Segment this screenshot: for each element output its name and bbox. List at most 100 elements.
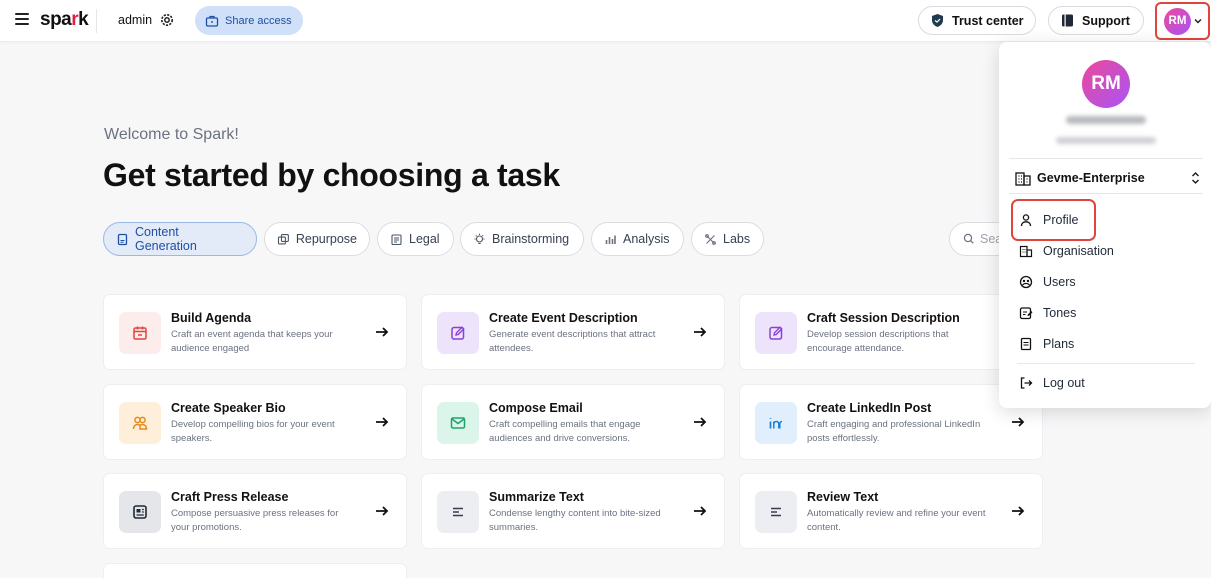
- briefcase-icon: [205, 15, 219, 27]
- topbar-divider: [96, 9, 97, 33]
- mail-icon: [437, 402, 479, 444]
- edit-icon: [437, 312, 479, 354]
- repurpose-icon: [277, 233, 289, 244]
- card-title: Create LinkedIn Post: [807, 401, 932, 415]
- task-card-review-text[interactable]: Review Text Automatically review and ref…: [739, 473, 1043, 549]
- lightbulb-icon: [474, 233, 485, 244]
- tab-analysis[interactable]: Analysis: [591, 222, 684, 256]
- task-card-create-event-description[interactable]: Create Event Description Generate event …: [421, 294, 725, 370]
- trust-center-label: Trust center: [952, 13, 1024, 28]
- support-button[interactable]: Support: [1048, 6, 1144, 35]
- legal-icon: [391, 233, 402, 245]
- task-card-compose-email[interactable]: Compose Email Craft compelling emails th…: [421, 384, 725, 460]
- card-description: Craft compelling emails that engage audi…: [489, 419, 641, 444]
- card-title: Create Speaker Bio: [171, 401, 286, 415]
- card-title: Summarize Text: [489, 490, 584, 504]
- book-icon: [1062, 14, 1073, 27]
- user-name-redacted: [1066, 116, 1146, 124]
- card-description: Compose persuasive press releases for yo…: [171, 508, 339, 533]
- tab-label: Repurpose: [295, 232, 357, 246]
- people-icon: [119, 402, 161, 444]
- avatar: RM: [1082, 60, 1130, 108]
- tab-content-generation[interactable]: Content Generation: [103, 222, 257, 256]
- task-card-craft-session-description[interactable]: Craft Session Description Develop sessio…: [739, 294, 1043, 370]
- menu-item-organisation[interactable]: Organisation: [1019, 242, 1114, 260]
- user-icon: [1020, 214, 1032, 227]
- users-globe-icon: [1019, 275, 1033, 289]
- tab-brainstorming[interactable]: Brainstorming: [460, 222, 584, 256]
- menu-item-users[interactable]: Users: [1019, 273, 1076, 291]
- card-title: Compose Email: [489, 401, 583, 415]
- support-label: Support: [1082, 13, 1130, 28]
- menu-item-logout[interactable]: Log out: [1019, 374, 1085, 392]
- spark-logo[interactable]: spark: [40, 9, 89, 31]
- logout-icon: [1020, 377, 1033, 389]
- trust-center-button[interactable]: Trust center: [918, 6, 1036, 35]
- card-description: Craft an event agenda that keeps your au…: [171, 329, 333, 354]
- task-card-partial[interactable]: [103, 563, 407, 578]
- page-title: Get started by choosing a task: [103, 157, 560, 193]
- menu-item-profile[interactable]: Profile: [1019, 211, 1078, 229]
- calendar-icon: [119, 312, 161, 354]
- search-icon: [963, 233, 974, 244]
- arrow-right-icon: [376, 417, 389, 427]
- edit-icon: [755, 312, 797, 354]
- linkedin-icon: [755, 402, 797, 444]
- arrow-right-icon: [694, 417, 707, 427]
- hamburger-menu-icon[interactable]: [15, 13, 29, 27]
- card-description: Condense lengthy content into bite-sized…: [489, 508, 661, 533]
- user-dropdown-menu: RM Gevme-Enterprise Profile Organisation…: [999, 42, 1211, 408]
- task-card-craft-press-release[interactable]: Craft Press Release Compose persuasive p…: [103, 473, 407, 549]
- tab-label: Labs: [723, 232, 751, 246]
- card-description: Develop session descriptions that encour…: [807, 329, 949, 354]
- card-title: Craft Session Description: [807, 311, 960, 325]
- task-card-summarize-text[interactable]: Summarize Text Condense lengthy content …: [421, 473, 725, 549]
- gear-icon[interactable]: [159, 12, 175, 28]
- task-card-build-agenda[interactable]: Build Agenda Craft an event agenda that …: [103, 294, 407, 370]
- tab-label: Brainstorming: [492, 232, 570, 246]
- tab-legal[interactable]: Legal: [377, 222, 454, 256]
- text-lines-icon: [755, 491, 797, 533]
- menu-item-label: Users: [1043, 275, 1076, 289]
- menu-item-label: Plans: [1043, 337, 1075, 351]
- arrow-right-icon: [376, 327, 389, 337]
- card-description: Craft engaging and professional LinkedIn…: [807, 419, 981, 444]
- menu-divider: [1017, 363, 1195, 364]
- menu-divider: [1009, 158, 1203, 159]
- task-card-create-linkedin-post[interactable]: Create LinkedIn Post Craft engaging and …: [739, 384, 1043, 460]
- arrow-right-icon: [376, 506, 389, 516]
- task-card-create-speaker-bio[interactable]: Create Speaker Bio Develop compelling bi…: [103, 384, 407, 460]
- card-title: Craft Press Release: [171, 490, 289, 504]
- arrow-right-icon: [694, 506, 707, 516]
- share-access-button[interactable]: Share access: [195, 6, 303, 35]
- tab-label: Content Generation: [134, 225, 197, 253]
- tab-label: Legal: [409, 232, 440, 246]
- user-email-redacted: [1056, 137, 1156, 144]
- newspaper-icon: [119, 491, 161, 533]
- workspace-name: admin: [118, 13, 153, 27]
- building-icon: [1015, 172, 1031, 186]
- organisation-switcher[interactable]: Gevme-Enterprise: [1014, 168, 1200, 188]
- card-description: Develop compelling bios for your event s…: [171, 419, 335, 444]
- arrow-right-icon: [1012, 506, 1025, 516]
- menu-item-label: Profile: [1043, 213, 1079, 227]
- menu-item-tones[interactable]: Tones: [1019, 304, 1076, 322]
- bar-chart-icon: [605, 235, 616, 244]
- card-title: Build Agenda: [171, 311, 252, 325]
- text-lines-icon: [437, 491, 479, 533]
- chevron-down-icon: [1194, 18, 1202, 24]
- user-menu-toggle[interactable]: RM: [1155, 2, 1210, 40]
- tones-icon: [1019, 307, 1033, 320]
- share-access-label: Share access: [225, 14, 292, 27]
- arrow-right-icon: [1012, 417, 1025, 427]
- menu-item-label: Log out: [1043, 376, 1085, 390]
- tab-labs[interactable]: Labs: [691, 222, 764, 256]
- plans-icon: [1020, 337, 1032, 351]
- menu-item-label: Tones: [1043, 306, 1077, 320]
- tab-label: Analysis: [623, 232, 670, 246]
- top-bar: spark admin Share access Trust center Su…: [0, 0, 1211, 42]
- card-title: Create Event Description: [489, 311, 638, 325]
- organisation-name: Gevme-Enterprise: [1037, 171, 1145, 185]
- menu-item-plans[interactable]: Plans: [1019, 335, 1074, 353]
- tab-repurpose[interactable]: Repurpose: [264, 222, 370, 256]
